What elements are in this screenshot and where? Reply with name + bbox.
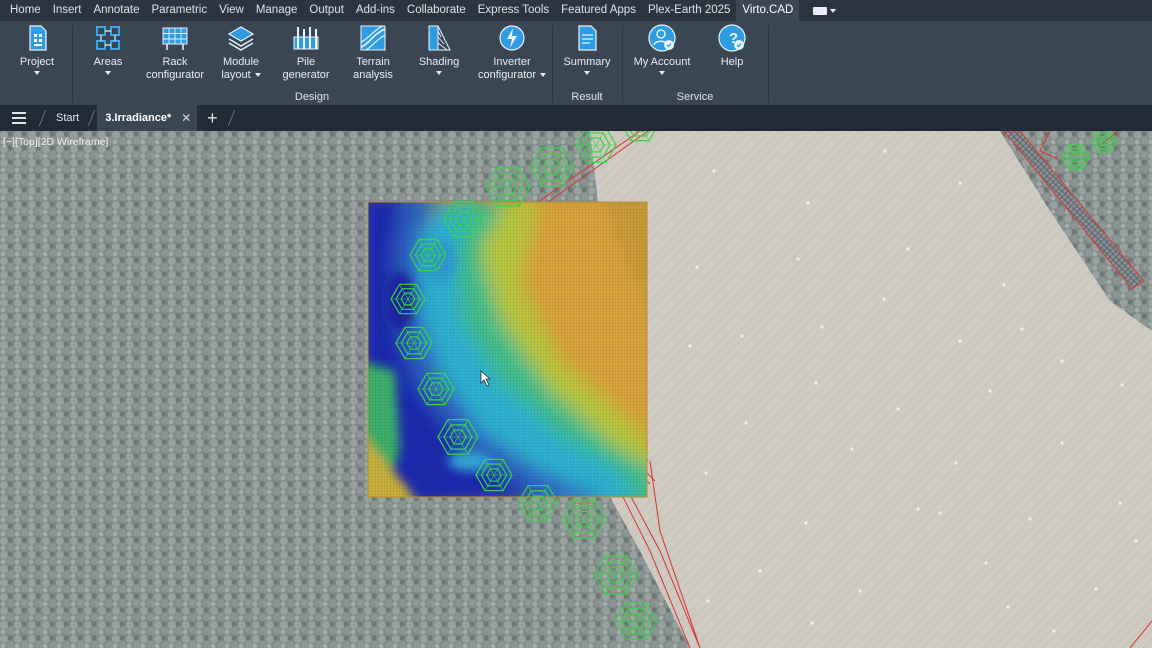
tab-view[interactable]: View (213, 0, 250, 21)
panel-toggle-icon (813, 6, 828, 15)
close-icon[interactable]: ✕ (181, 105, 191, 131)
service-group-label: Service (676, 91, 714, 103)
project-label: Project (19, 56, 55, 68)
result-group: Result (552, 21, 622, 105)
tab-insert[interactable]: Insert (47, 0, 88, 21)
tab-home[interactable]: Home (4, 0, 47, 21)
ribbon-tab-bar: Home Insert Annotate Parametric View Man… (0, 0, 1152, 21)
plus-icon[interactable]: + (197, 105, 227, 131)
tab-add-ins[interactable]: Add-ins (350, 0, 401, 21)
ribbon-panel: Project Areas Rack configurator Module l… (0, 21, 1152, 105)
service-group: Service (622, 21, 768, 105)
menu-icon[interactable] (0, 105, 38, 131)
tab-output[interactable]: Output (303, 0, 350, 21)
group-separator (768, 25, 769, 103)
result-group-label: Result (571, 91, 603, 103)
tab-plex-earth[interactable]: Plex-Earth 2025 (642, 0, 736, 21)
tab-featured-apps[interactable]: Featured Apps (555, 0, 642, 21)
viewport-controls-label[interactable]: [−][Top][2D Wireframe] (3, 136, 108, 148)
tab-divider (87, 105, 97, 131)
file-tab-current[interactable]: 3.Irradiance* ✕ (97, 105, 198, 131)
tab-divider (38, 105, 48, 131)
chevron-down-icon (830, 8, 837, 13)
tab-virto-cad[interactable]: Virto.CAD (736, 0, 800, 21)
tab-divider (227, 105, 237, 131)
tab-annotate[interactable]: Annotate (87, 0, 145, 21)
workspace-dropdown[interactable] (813, 0, 837, 21)
project-icon (29, 25, 47, 51)
tab-parametric[interactable]: Parametric (146, 0, 214, 21)
design-group-label: Design (294, 91, 330, 103)
chevron-down-icon (34, 71, 40, 75)
project-button[interactable]: Project (14, 23, 60, 75)
file-tab-bar: Start 3.Irradiance* ✕ + (0, 105, 1152, 131)
aerial-map (0, 131, 1152, 648)
file-tab-start[interactable]: Start (48, 105, 87, 131)
drawing-viewport[interactable]: [−][Top][2D Wireframe] (0, 131, 1152, 648)
tab-collaborate[interactable]: Collaborate (401, 0, 472, 21)
tab-manage[interactable]: Manage (250, 0, 304, 21)
tab-express-tools[interactable]: Express Tools (472, 0, 555, 21)
file-tab-current-label: 3.Irradiance* (105, 112, 172, 124)
design-group: Design (72, 21, 552, 105)
